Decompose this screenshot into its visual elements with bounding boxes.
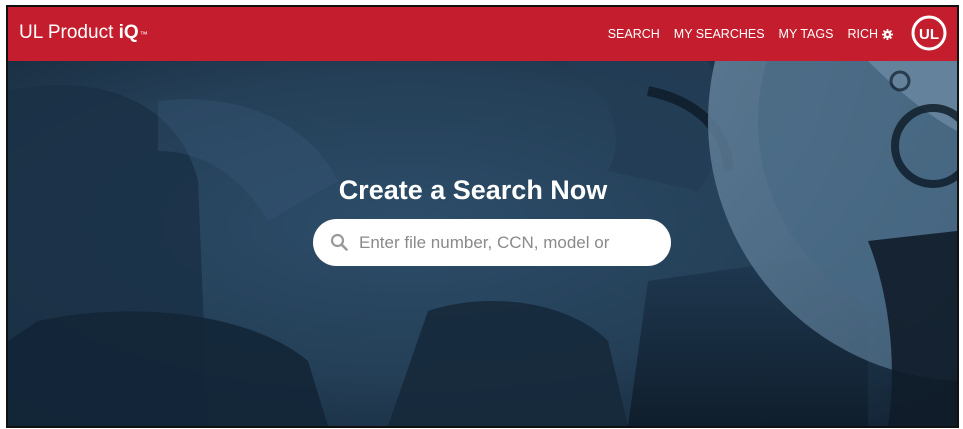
- top-navigation-bar: UL Product iQ™ SEARCH MY SEARCHES MY TAG…: [8, 7, 957, 61]
- nav-my-searches[interactable]: MY SEARCHES: [674, 27, 765, 41]
- user-name: RICH: [847, 27, 878, 41]
- search-icon: [330, 233, 348, 251]
- search-input[interactable]: [359, 227, 661, 258]
- gear-icon: [882, 28, 893, 40]
- app-window: UL Product iQ™ SEARCH MY SEARCHES MY TAG…: [6, 5, 959, 428]
- search-box[interactable]: [313, 219, 671, 266]
- ul-logo-text: UL: [919, 26, 939, 43]
- hero-title: Create a Search Now: [338, 175, 608, 205]
- nav-my-tags[interactable]: MY TAGS: [779, 27, 834, 41]
- brand-prefix: UL Product: [19, 22, 119, 43]
- ul-logo-icon[interactable]: UL: [911, 15, 947, 51]
- brand-title[interactable]: UL Product iQ™: [19, 22, 148, 44]
- nav-search[interactable]: SEARCH: [608, 27, 660, 41]
- user-menu[interactable]: RICH: [847, 27, 893, 41]
- hero-banner: Create a Search Now: [8, 61, 957, 426]
- brand-trademark: ™: [139, 30, 148, 39]
- main-nav: SEARCH MY SEARCHES MY TAGS RICH: [594, 27, 893, 41]
- brand-iq: iQ: [118, 22, 139, 43]
